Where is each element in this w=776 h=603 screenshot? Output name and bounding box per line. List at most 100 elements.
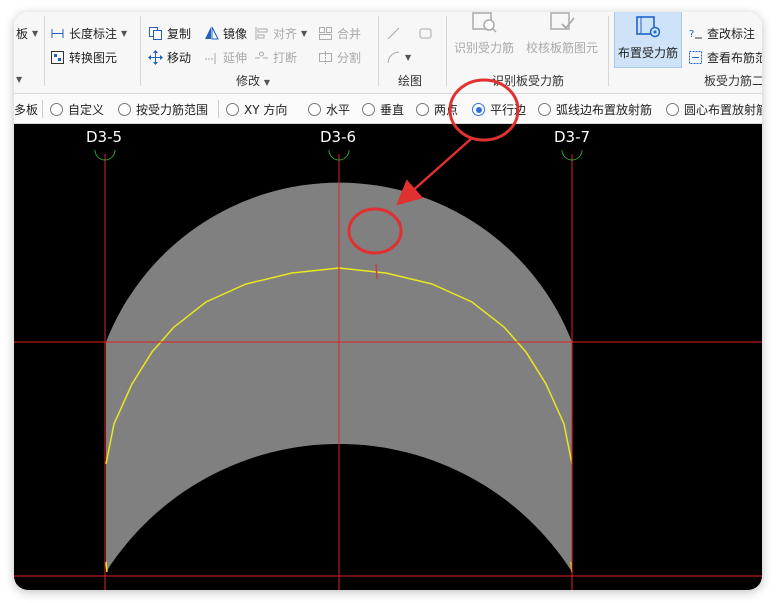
break-label: 打断 <box>273 50 298 65</box>
draw-line-button[interactable] <box>386 24 401 42</box>
radio-by-rebar-range[interactable] <box>118 103 131 116</box>
length-dimension-button[interactable]: 长度标注 ▼ <box>50 24 127 42</box>
svg-text:?: ? <box>689 29 694 40</box>
ribbon-divider <box>446 16 447 86</box>
mirror-button[interactable]: 镜像 <box>204 24 247 42</box>
draw-rect-button[interactable] <box>418 24 433 42</box>
radio-arc-radial[interactable] <box>538 103 551 116</box>
place-rebar-button[interactable]: 布置受力筋 <box>614 12 682 68</box>
ribbon-left-expander[interactable]: ▼ <box>16 70 22 88</box>
option-two-points-label: 两点 <box>434 103 459 117</box>
ribbon-divider <box>44 16 45 86</box>
option-multi-slab-label: 多板 <box>14 103 39 117</box>
ribbon-left-partial[interactable]: 板 ▼ <box>16 24 38 42</box>
option-center-radial[interactable]: 圆心布置放射筋 <box>666 101 762 118</box>
extend-icon <box>204 50 219 65</box>
draw-arc-button[interactable]: ▼ <box>386 48 411 66</box>
convert-icon <box>50 50 65 65</box>
option-custom-label: 自定义 <box>68 103 105 117</box>
option-xy-direction-label: XY 方向 <box>244 103 288 117</box>
app-window: 板 ▼ ▼ 长度标注 ▼ 转换图元 复制 镜像 对齐 ▼ 合并 移动 延伸 打断… <box>14 12 762 590</box>
radio-vertical[interactable] <box>362 103 375 116</box>
radio-center-radial[interactable] <box>666 103 679 116</box>
drawing-canvas[interactable]: D3-5 D3-6 D3-7 <box>14 124 762 590</box>
options-divider <box>42 100 43 118</box>
option-horizontal-label: 水平 <box>326 103 351 117</box>
split-button[interactable]: 分割 <box>318 48 361 66</box>
move-label: 移动 <box>167 50 192 65</box>
axis-label-d3-6: D3-6 <box>320 128 357 146</box>
convert-element-label: 转换图元 <box>69 50 118 65</box>
copy-button[interactable]: 复制 <box>148 24 191 42</box>
option-vertical-label: 垂直 <box>380 103 405 117</box>
identify-rebar-label: 识别受力筋 <box>453 41 514 55</box>
break-icon <box>254 50 269 65</box>
ribbon-divider <box>140 16 141 86</box>
check-slab-rebar-label: 校核板筋图元 <box>525 41 598 55</box>
merge-icon <box>318 26 333 41</box>
ribbon-toolbar: 板 ▼ ▼ 长度标注 ▼ 转换图元 复制 镜像 对齐 ▼ 合并 移动 延伸 打断… <box>14 12 762 94</box>
align-icon <box>254 26 269 41</box>
check-dimension-icon: ? <box>688 26 703 41</box>
split-label: 分割 <box>337 50 362 65</box>
merge-button[interactable]: 合并 <box>318 24 361 42</box>
draw-group-label: 绘图 <box>398 74 423 88</box>
radio-horizontal[interactable] <box>308 103 321 116</box>
option-custom[interactable]: 自定义 <box>50 101 104 118</box>
view-rebar-range-label: 查看布筋范 <box>707 50 762 65</box>
option-multi-slab[interactable]: 多板 <box>14 101 38 118</box>
length-dimension-label: 长度标注 <box>69 26 118 41</box>
identify-rebar-button[interactable]: 识别受力筋 <box>450 12 518 62</box>
view-rebar-range-button[interactable]: 查看布筋范 <box>688 48 762 66</box>
check-dimension-label: 查改标注 <box>707 26 756 41</box>
option-arc-radial[interactable]: 弧线边布置放射筋 <box>538 101 652 118</box>
check-dimension-button[interactable]: ? 查改标注 <box>688 24 755 42</box>
rebar-end-left <box>105 561 108 573</box>
break-button[interactable]: 打断 <box>254 48 297 66</box>
slab-rebar-group-label: 板受力筋二 <box>704 74 762 88</box>
extend-button[interactable]: 延伸 <box>204 48 247 66</box>
ribbon-left-partial-label: 板 <box>16 26 29 41</box>
modify-group-text: 修改 <box>236 74 261 88</box>
move-button[interactable]: 移动 <box>148 48 191 66</box>
option-two-points[interactable]: 两点 <box>416 101 458 118</box>
extend-label: 延伸 <box>223 50 248 65</box>
line-icon <box>386 26 401 41</box>
recognize-group-label: 识别板受力筋 <box>492 74 565 88</box>
option-horizontal[interactable]: 水平 <box>308 101 350 118</box>
options-divider <box>218 100 219 118</box>
merge-label: 合并 <box>337 26 362 41</box>
align-button[interactable]: 对齐 ▼ <box>254 24 307 42</box>
radio-parallel-edge-selected[interactable] <box>472 103 485 116</box>
option-by-rebar-range[interactable]: 按受力筋范围 <box>118 101 208 118</box>
place-rebar-label: 布置受力筋 <box>617 46 678 60</box>
radio-xy-direction[interactable] <box>226 103 239 116</box>
option-parallel-edge-label: 平行边 <box>490 103 527 117</box>
placement-options-bar: 多板 自定义 按受力筋范围 XY 方向 水平 垂直 两点 平行边 弧线边布置放射… <box>14 94 762 124</box>
arc-icon <box>386 50 401 65</box>
ribbon-divider <box>608 16 609 86</box>
axis-label-d3-7: D3-7 <box>554 128 591 146</box>
dimension-icon <box>50 26 65 41</box>
mirror-icon <box>204 26 219 41</box>
option-parallel-edge[interactable]: 平行边 <box>472 101 526 118</box>
annotation-tick <box>375 263 378 280</box>
check-slab-rebar-button[interactable]: 校核板筋图元 <box>522 12 602 62</box>
copy-icon <box>148 26 163 41</box>
align-label: 对齐 <box>273 26 298 41</box>
radio-custom[interactable] <box>50 103 63 116</box>
check-rebar-icon <box>548 12 576 35</box>
view-range-icon <box>688 50 703 65</box>
chevron-down-icon: ▼ <box>16 74 23 84</box>
split-icon <box>318 50 333 65</box>
option-center-radial-label: 圆心布置放射筋 <box>684 103 762 117</box>
ribbon-divider <box>378 16 379 86</box>
convert-element-button[interactable]: 转换图元 <box>50 48 117 66</box>
radio-two-points[interactable] <box>416 103 429 116</box>
axis-label-d3-5: D3-5 <box>86 128 123 146</box>
identify-rebar-icon <box>470 12 498 35</box>
canvas-drawing <box>14 149 762 590</box>
option-vertical[interactable]: 垂直 <box>362 101 404 118</box>
option-xy-direction[interactable]: XY 方向 <box>226 101 287 118</box>
modify-group-label[interactable]: 修改 ▼ <box>236 72 270 89</box>
